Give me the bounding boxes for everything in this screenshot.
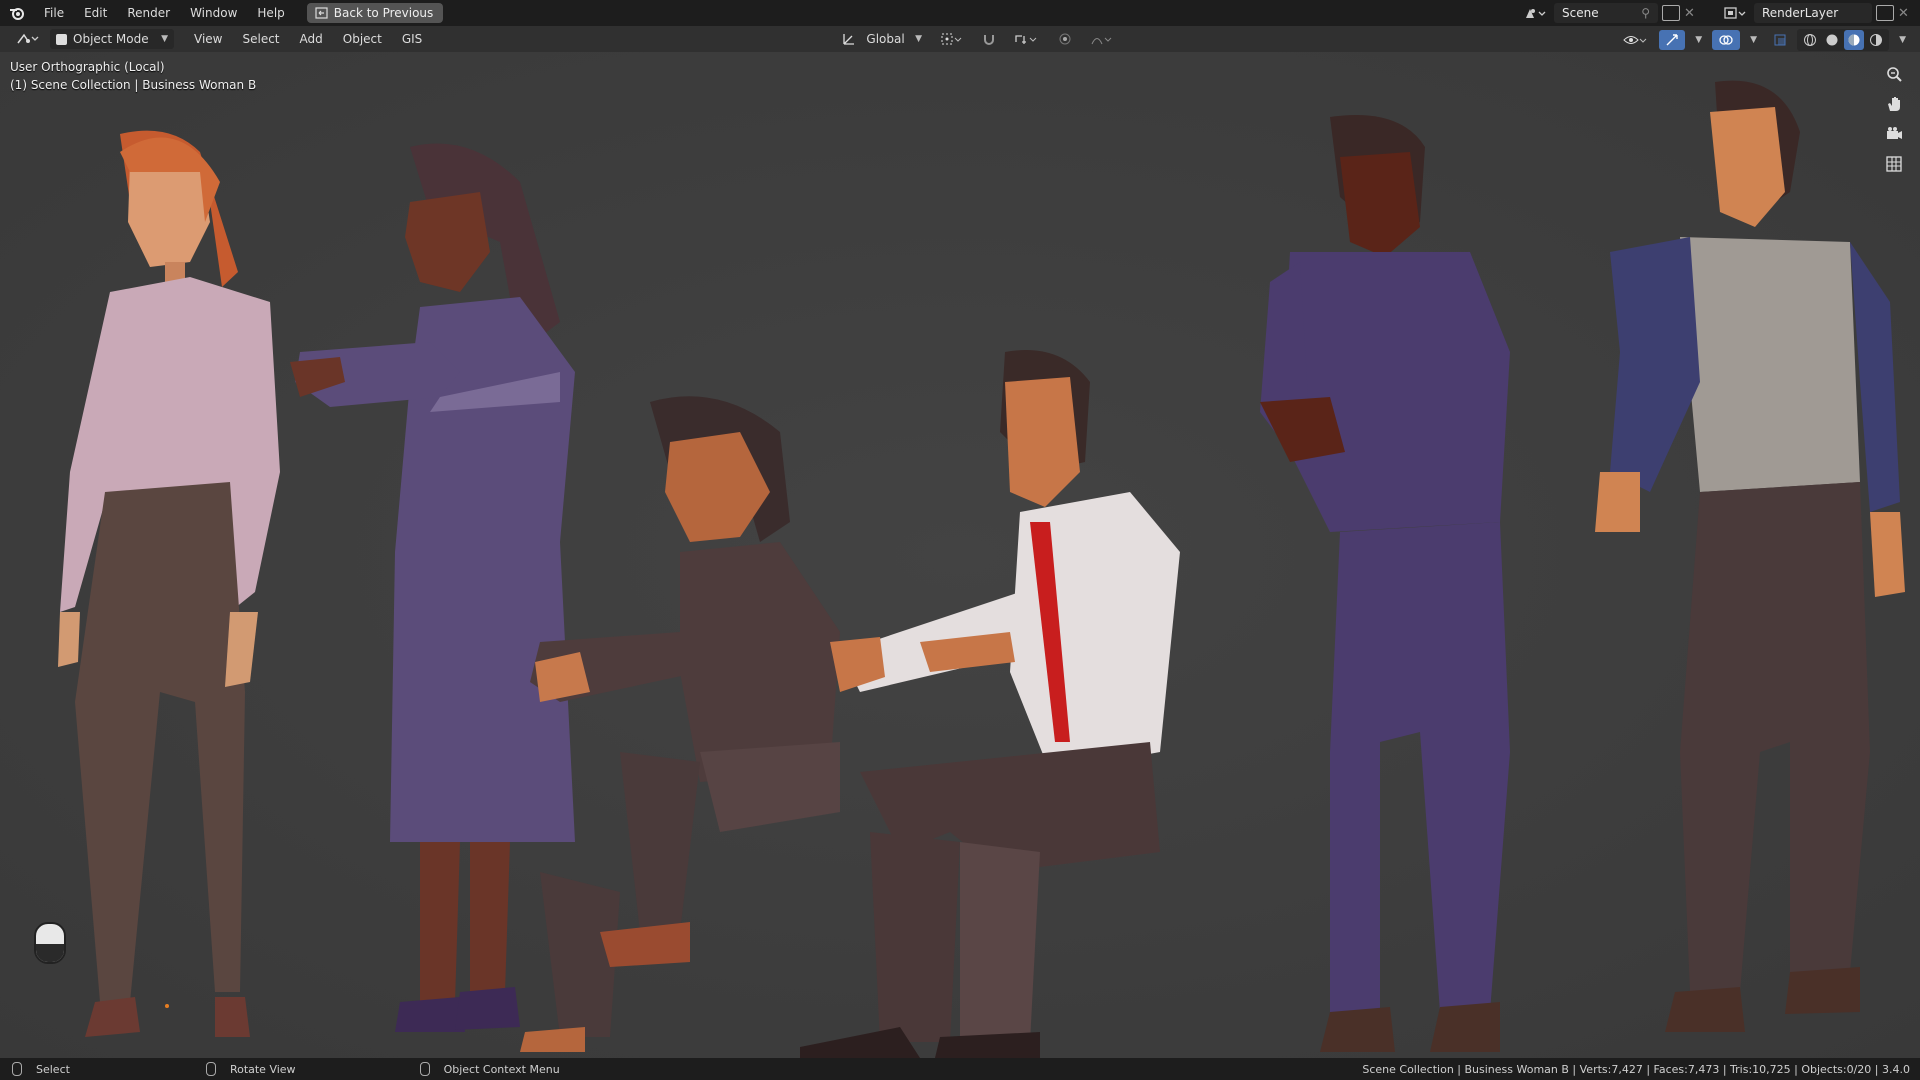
shading-mode-group — [1797, 29, 1890, 51]
menu-view[interactable]: View — [184, 26, 232, 52]
viewport-display-tools: ▼ ▼ ▼ — [1617, 29, 1912, 51]
new-layer-icon[interactable] — [1876, 5, 1894, 21]
menu-window[interactable]: Window — [180, 0, 247, 26]
view-layer-icon[interactable] — [1724, 3, 1750, 23]
proportional-editing-icon[interactable] — [1052, 29, 1078, 49]
3d-viewport[interactable]: User Orthographic (Local) (1) Scene Coll… — [0, 52, 1920, 1058]
ortho-grid-icon[interactable] — [1882, 152, 1906, 176]
menu-select[interactable]: Select — [232, 26, 289, 52]
mouse-indicator-icon — [34, 922, 66, 964]
xray-toggle-icon[interactable] — [1767, 30, 1793, 50]
menu-help[interactable]: Help — [247, 0, 294, 26]
chevron-down-icon: ▼ — [161, 34, 168, 44]
snap-target-icon[interactable] — [1008, 29, 1046, 49]
chevron-down-icon: ▼ — [915, 34, 922, 44]
wireframe-shading-icon[interactable] — [1800, 30, 1820, 50]
orientation-label: Global — [866, 32, 905, 46]
viewport-header: Object Mode ▼ View Select Add Object GIS… — [0, 26, 1920, 52]
scene-render[interactable] — [0, 52, 1920, 1058]
scene-name: Scene — [1562, 6, 1599, 20]
solid-shading-icon[interactable] — [1822, 30, 1842, 50]
back-to-previous-button[interactable]: Back to Previous — [306, 3, 444, 23]
gizmo-dropdown-icon[interactable]: ▼ — [1689, 30, 1708, 50]
status-rotate: Rotate View — [229, 1062, 296, 1076]
overlays-toggle-icon[interactable] — [1712, 30, 1741, 50]
visibility-icon[interactable] — [1617, 30, 1655, 50]
blender-logo-icon[interactable] — [0, 0, 34, 26]
status-select: Select — [36, 1062, 70, 1076]
new-scene-icon[interactable] — [1662, 5, 1680, 21]
menu-edit[interactable]: Edit — [74, 0, 117, 26]
orientation-dropdown[interactable]: Global ▼ — [836, 29, 928, 49]
status-bar: Select Rotate View Object Context Menu S… — [0, 1058, 1920, 1080]
material-preview-shading-icon[interactable] — [1844, 30, 1865, 50]
shading-dropdown-icon[interactable]: ▼ — [1893, 30, 1912, 50]
menu-file[interactable]: File — [34, 0, 74, 26]
rendered-shading-icon[interactable] — [1866, 30, 1886, 50]
object-mode-icon — [56, 33, 67, 45]
transform-tools: Global ▼ — [836, 29, 1120, 49]
scene-icon[interactable] — [1524, 3, 1550, 23]
editor-type-icon[interactable] — [10, 29, 46, 49]
top-bar: File Edit Render Window Help Back to Pre… — [0, 0, 1920, 26]
back-label: Back to Previous — [333, 6, 434, 20]
back-icon — [315, 7, 328, 19]
left-mouse-icon — [12, 1062, 22, 1076]
render-layer-field[interactable]: RenderLayer — [1754, 3, 1872, 23]
snap-icon[interactable] — [976, 29, 1002, 49]
3d-cursor-icon — [165, 1004, 169, 1008]
scene-name-field[interactable]: Scene ⚲ — [1554, 3, 1658, 23]
menu-render[interactable]: Render — [117, 0, 180, 26]
status-context-menu: Object Context Menu — [443, 1062, 560, 1076]
menu-gis[interactable]: GIS — [392, 26, 432, 52]
pin-icon[interactable]: ⚲ — [1641, 3, 1650, 23]
scene-selector: Scene ⚲ ✕ — [1524, 2, 1695, 24]
delete-scene-icon[interactable]: ✕ — [1684, 6, 1695, 21]
gizmo-toggle-icon[interactable] — [1659, 30, 1686, 50]
overlays-dropdown-icon[interactable]: ▼ — [1744, 30, 1763, 50]
right-mouse-icon — [419, 1062, 430, 1076]
pivot-point-icon[interactable] — [934, 29, 970, 49]
render-layer-name: RenderLayer — [1762, 6, 1839, 20]
collection-info: (1) Scene Collection | Business Woman B — [10, 78, 257, 92]
delete-layer-icon[interactable]: ✕ — [1898, 6, 1909, 21]
zoom-icon[interactable] — [1882, 62, 1906, 86]
mode-label: Object Mode — [73, 32, 149, 46]
falloff-icon[interactable] — [1084, 29, 1120, 49]
render-layer-selector: RenderLayer ✕ — [1724, 2, 1909, 24]
pan-hand-icon[interactable] — [1882, 92, 1906, 116]
orientation-icon — [843, 34, 854, 45]
middle-mouse-icon — [205, 1062, 216, 1076]
camera-view-icon[interactable] — [1882, 122, 1906, 146]
view-name: User Orthographic (Local) — [10, 60, 165, 74]
menu-object[interactable]: Object — [333, 26, 392, 52]
mode-dropdown[interactable]: Object Mode ▼ — [50, 29, 174, 49]
scene-stats: Scene Collection | Business Woman B | Ve… — [1362, 1062, 1910, 1076]
menu-add[interactable]: Add — [290, 26, 333, 52]
